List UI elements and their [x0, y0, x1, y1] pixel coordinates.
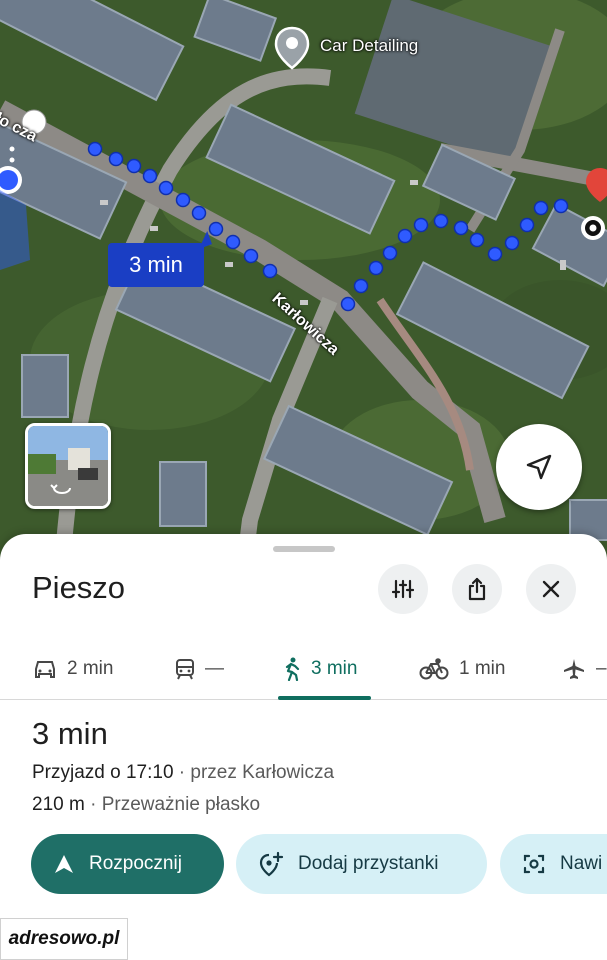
route-via: · przez Karłowicza: [173, 762, 335, 783]
walk-icon: [285, 657, 300, 681]
sheet-drag-handle[interactable]: [273, 546, 335, 552]
satellite-imagery: [0, 0, 607, 600]
route-options-button[interactable]: [378, 564, 428, 614]
close-icon: [542, 580, 560, 598]
route-terrain: · Przeważnie płasko: [84, 794, 261, 815]
plane-icon: [564, 659, 584, 679]
tab-flights-label: –: [596, 658, 607, 679]
navigate-label: Nawi: [560, 853, 603, 874]
tab-cycling[interactable]: 1 min: [419, 640, 505, 698]
route-distance-line: 210 m · Przeważnie płasko: [32, 794, 260, 816]
scan-icon: [523, 854, 545, 874]
navigation-arrow-icon: [526, 454, 552, 480]
street-view-thumbnail[interactable]: [25, 423, 111, 509]
tune-icon: [392, 579, 414, 599]
bike-icon: [419, 658, 449, 680]
tab-transit[interactable]: —: [175, 640, 224, 698]
route-distance: 210 m: [32, 794, 85, 815]
share-icon: [468, 577, 486, 601]
arrival-time: Przyjazd o 17:10: [32, 762, 174, 783]
poi-label[interactable]: Car Detailing: [320, 36, 418, 56]
directions-sheet: Pieszo 2 min — 3 min 1 min – 3 min Przyj…: [0, 534, 607, 960]
close-button[interactable]: [526, 564, 576, 614]
route-duration: 3 min: [32, 716, 108, 751]
tab-flights[interactable]: –: [562, 640, 607, 698]
add-stops-button[interactable]: Dodaj przystanki: [236, 834, 487, 894]
train-icon: [176, 659, 194, 680]
start-navigation-label: Rozpocznij: [89, 853, 182, 874]
tab-driving-label: 2 min: [67, 658, 114, 679]
tab-driving[interactable]: 2 min: [33, 640, 113, 698]
tab-walking-label: 3 min: [311, 658, 358, 679]
start-navigation-button[interactable]: Rozpocznij: [31, 834, 224, 894]
travel-mode-tabs: 2 min — 3 min 1 min –: [0, 640, 607, 700]
travel-mode-title: Pieszo: [32, 570, 126, 605]
route-arrival-line: Przyjazd o 17:10 · przez Karłowicza: [32, 762, 334, 784]
car-icon: [35, 661, 55, 678]
watermark-logo: adresowo.pl: [0, 918, 128, 960]
destination-pin-icon[interactable]: [578, 166, 607, 246]
active-tab-indicator: [278, 696, 371, 700]
my-location-button[interactable]: [496, 424, 582, 510]
poi-pin-icon[interactable]: [274, 26, 310, 70]
tab-transit-label: —: [205, 658, 224, 679]
share-button[interactable]: [452, 564, 502, 614]
eta-bubble[interactable]: 3 min: [108, 243, 204, 287]
tab-cycling-label: 1 min: [459, 658, 506, 679]
map-view[interactable]: ło cza Karłowicza Car Detailing 3 min: [0, 0, 607, 600]
navigate-button[interactable]: Nawi: [500, 834, 607, 894]
add-location-icon: [259, 851, 284, 877]
street-view-image: [28, 426, 108, 506]
add-stops-label: Dodaj przystanki: [298, 853, 439, 874]
navigation-arrow-icon: [55, 855, 73, 873]
tab-walking[interactable]: 3 min: [283, 640, 357, 698]
